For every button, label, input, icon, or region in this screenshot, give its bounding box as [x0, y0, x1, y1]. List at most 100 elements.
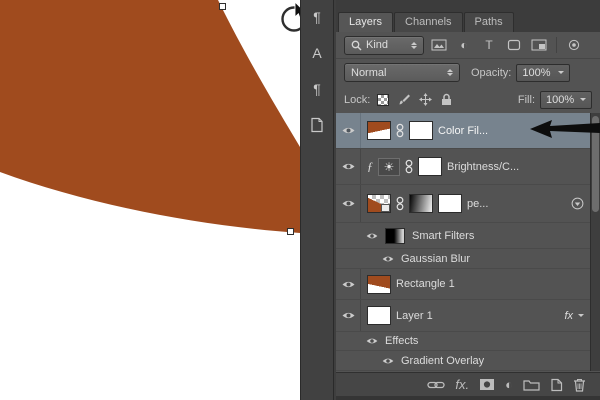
layer-row-gaussian-blur[interactable]: Gaussian Blur: [336, 249, 590, 269]
eye-icon[interactable]: [382, 255, 394, 263]
document-canvas[interactable]: [0, 0, 308, 400]
panel-tab-bar: Layers Channels Paths: [336, 12, 600, 32]
panel-drag-strip[interactable]: [336, 0, 600, 12]
link-layers-icon[interactable]: [427, 380, 446, 390]
new-layer-icon[interactable]: [550, 378, 563, 392]
filter-adjustment-layers-icon[interactable]: ◐: [454, 37, 474, 54]
sun-icon: ☀: [383, 159, 395, 174]
add-layer-mask-icon[interactable]: [479, 378, 495, 391]
delete-layer-icon[interactable]: [573, 378, 586, 392]
panel-bottom-edge: [336, 396, 600, 400]
layer-name[interactable]: Layer 1: [396, 310, 433, 322]
layer-thumbnail[interactable]: [367, 306, 391, 325]
smart-object-badge-icon: [381, 204, 390, 212]
eye-icon: [342, 281, 354, 287]
chevron-down-icon: [558, 71, 565, 74]
layer-name[interactable]: Brightness/C...: [447, 161, 519, 173]
paragraph-panel-icon[interactable]: ¶: [306, 6, 328, 28]
visibility-toggle[interactable]: [336, 269, 361, 299]
filter-kind-label: Kind: [366, 39, 389, 51]
visibility-toggle[interactable]: [336, 113, 361, 148]
layer-mask-thumbnail[interactable]: [409, 121, 433, 140]
libraries-panel-icon[interactable]: [306, 114, 328, 136]
lock-position-icon[interactable]: [417, 91, 433, 108]
gradient-mask-thumbnail[interactable]: [409, 194, 433, 213]
layer-list-scrollbar[interactable]: [590, 113, 600, 371]
mask-link-icon: [396, 123, 404, 138]
blend-mode-value: Normal: [351, 66, 387, 79]
mask-link-icon: [405, 159, 413, 174]
lock-image-pixels-icon[interactable]: [396, 91, 412, 108]
smart-filter-collapse[interactable]: [571, 197, 584, 210]
layer-mask-thumbnail[interactable]: [418, 157, 442, 176]
opacity-dropdown[interactable]: 100%: [516, 63, 571, 82]
fill-value: 100%: [546, 93, 575, 106]
layer-row-layer-1[interactable]: Layer 1 fx: [336, 300, 590, 332]
filter-type-layers-icon[interactable]: T: [479, 37, 499, 54]
visibility-toggle[interactable]: [336, 185, 361, 222]
layer-name[interactable]: Rectangle 1: [396, 278, 455, 290]
fill-dropdown[interactable]: 100%: [540, 90, 592, 109]
dropdown-arrows-icon: [447, 69, 453, 76]
eye-icon: [342, 127, 354, 134]
effects-label[interactable]: Effects: [385, 335, 418, 347]
vector-mask-thumbnail[interactable]: [438, 194, 462, 213]
filter-mask-thumbnail[interactable]: [385, 227, 405, 244]
filter-pixel-layers-icon[interactable]: [429, 37, 449, 54]
character-styles-panel-icon[interactable]: ¶: [306, 78, 328, 100]
lock-transparent-pixels-icon[interactable]: [375, 91, 391, 108]
eye-icon: [342, 312, 354, 319]
smart-object-thumbnail[interactable]: [367, 194, 391, 213]
new-adjustment-layer-icon[interactable]: ◐: [505, 377, 513, 392]
new-group-icon[interactable]: [523, 378, 540, 391]
visibility-toggle[interactable]: [336, 300, 361, 331]
filter-toggle-icon[interactable]: [564, 37, 584, 54]
effect-name[interactable]: Gradient Overlay: [401, 355, 484, 367]
layer-row-smart-object[interactable]: pe...: [336, 185, 590, 223]
layer-list: Color Fil... ƒ ☀ Brightness/C... pe... S…: [336, 113, 590, 371]
app-window: ¶ A ¶ Layers Channels Paths Kind ◐ T Nor…: [0, 0, 600, 400]
tab-paths[interactable]: Paths: [463, 12, 514, 32]
layer-row-smart-filters[interactable]: Smart Filters: [336, 223, 590, 249]
fill-label: Fill:: [517, 93, 535, 106]
layer-row-gradient-overlay[interactable]: Gradient Overlay: [336, 351, 590, 371]
transform-handle-bottom[interactable]: [287, 228, 294, 235]
opacity-label: Opacity:: [471, 66, 512, 79]
fx-badge[interactable]: fx: [564, 310, 573, 322]
filter-smart-objects-icon[interactable]: [529, 37, 549, 54]
layer-row-color-fill[interactable]: Color Fil...: [336, 113, 590, 149]
dropdown-arrows-icon: [411, 41, 417, 49]
layer-name[interactable]: pe...: [467, 198, 488, 210]
filter-name[interactable]: Gaussian Blur: [401, 253, 470, 265]
effects-collapse-icon[interactable]: [578, 314, 584, 317]
lock-all-icon[interactable]: [438, 91, 454, 108]
panel-dock: ¶ A ¶: [300, 0, 334, 400]
layer-row-rectangle-1[interactable]: Rectangle 1: [336, 269, 590, 300]
blend-opacity-row: Normal Opacity: 100%: [336, 59, 600, 86]
scrollbar-thumb[interactable]: [592, 116, 599, 212]
layer-filter-row: Kind ◐ T: [336, 32, 600, 59]
eye-icon[interactable]: [366, 232, 378, 240]
blend-mode-dropdown[interactable]: Normal: [344, 63, 460, 82]
eye-icon[interactable]: [366, 337, 378, 345]
layer-thumbnail[interactable]: [367, 121, 391, 140]
tab-channels[interactable]: Channels: [394, 12, 463, 32]
eye-icon[interactable]: [382, 357, 394, 365]
smart-filters-label[interactable]: Smart Filters: [412, 230, 474, 242]
transform-handle-top[interactable]: [219, 3, 226, 10]
layer-style-icon[interactable]: fx.: [455, 377, 469, 392]
visibility-toggle[interactable]: [336, 149, 361, 184]
layer-name[interactable]: Color Fil...: [438, 125, 488, 137]
character-panel-icon[interactable]: A: [306, 42, 328, 64]
lock-fill-row: Lock: Fill: 100%: [336, 86, 600, 113]
filter-shape-layers-icon[interactable]: [504, 37, 524, 54]
tab-layers[interactable]: Layers: [338, 12, 394, 32]
opacity-value: 100%: [522, 66, 551, 79]
layer-row-brightness[interactable]: ƒ ☀ Brightness/C...: [336, 149, 590, 185]
layer-thumbnail[interactable]: [367, 274, 391, 294]
brightness-adjustment-icon[interactable]: ☀: [378, 157, 400, 176]
filter-kind-dropdown[interactable]: Kind: [344, 35, 424, 55]
layer-row-effects[interactable]: Effects: [336, 332, 590, 351]
brown-swoosh-shape: [0, 0, 300, 233]
search-icon: [351, 40, 362, 50]
